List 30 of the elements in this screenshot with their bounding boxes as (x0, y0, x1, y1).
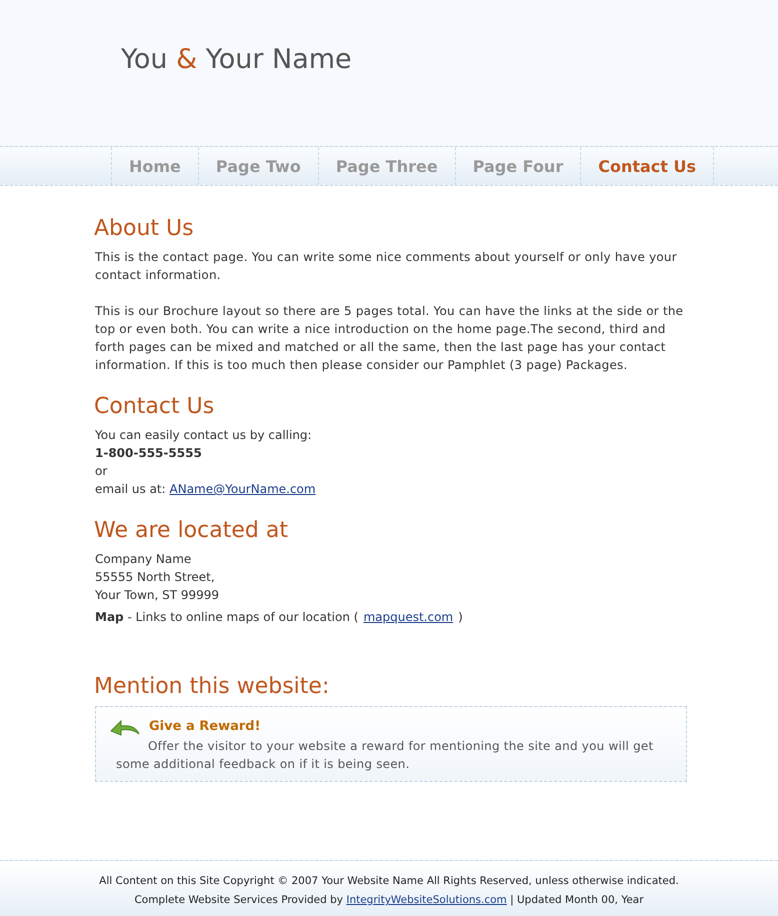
nav-tab[interactable]: Page Three (318, 147, 455, 185)
phone-number: 1-800-555-5555 (95, 446, 202, 460)
address-line: 55555 North Street, (95, 570, 215, 584)
contact-intro: You can easily contact us by calling: (95, 428, 312, 442)
parenthesis-text: ) (458, 609, 463, 626)
nav-tab[interactable]: Page Four (454, 147, 580, 185)
email-label: email us at: (95, 482, 166, 496)
copyright-text: All Content on this Site Copyright © 2007 Your Website Name All Rights Reserved, unless otherwise indicated. (99, 875, 679, 887)
section-heading: About Us (94, 216, 195, 242)
nav-tab[interactable]: Contact Us (580, 147, 714, 185)
services-text: Complete Website Services Provided by (134, 894, 343, 906)
updated-text: | Updated Month 00, Year (510, 894, 644, 906)
arrow-icon (109, 717, 141, 737)
address-line: Your Town, ST 99999 (95, 588, 220, 602)
address-line: Company Name (95, 552, 192, 566)
map-text: Map - Links to online maps of our location ( (95, 609, 358, 626)
reward-title: Give a Reward! (149, 718, 260, 736)
nav-tab[interactable]: Page Two (198, 147, 318, 185)
map-link[interactable]: mapquest.com (363, 608, 454, 626)
paragraph: This is our Brochure layout so there are 5 pages total. You can have the links at the side or the top or even both. You can write a nice introduction on the home page.The second, third and forth pages can be mixed and matched or all the same, then the last page has your contact information. If this is too much then please consider our Pamphlet (3 page) Packages. (95, 303, 684, 374)
paragraph: This is the contact page. You can write some nice comments about yourself or only have your contact information. (95, 249, 678, 284)
email-link[interactable]: AName@YourName.com (170, 482, 316, 496)
section-heading: Contact Us (94, 394, 216, 420)
or-text: or (95, 464, 108, 478)
section-heading: We are located at (94, 518, 289, 544)
site-logo: You & Your Name (121, 44, 352, 75)
section-heading: Mention this website: (94, 674, 330, 700)
services-link[interactable]: IntegrityWebsiteSolutions.com (346, 894, 507, 906)
nav-tab[interactable]: Home (111, 147, 198, 185)
reward-text: Offer the visitor to your website a reward for mentioning the site and you will get some additional feedback on if it is being seen. (116, 738, 654, 773)
